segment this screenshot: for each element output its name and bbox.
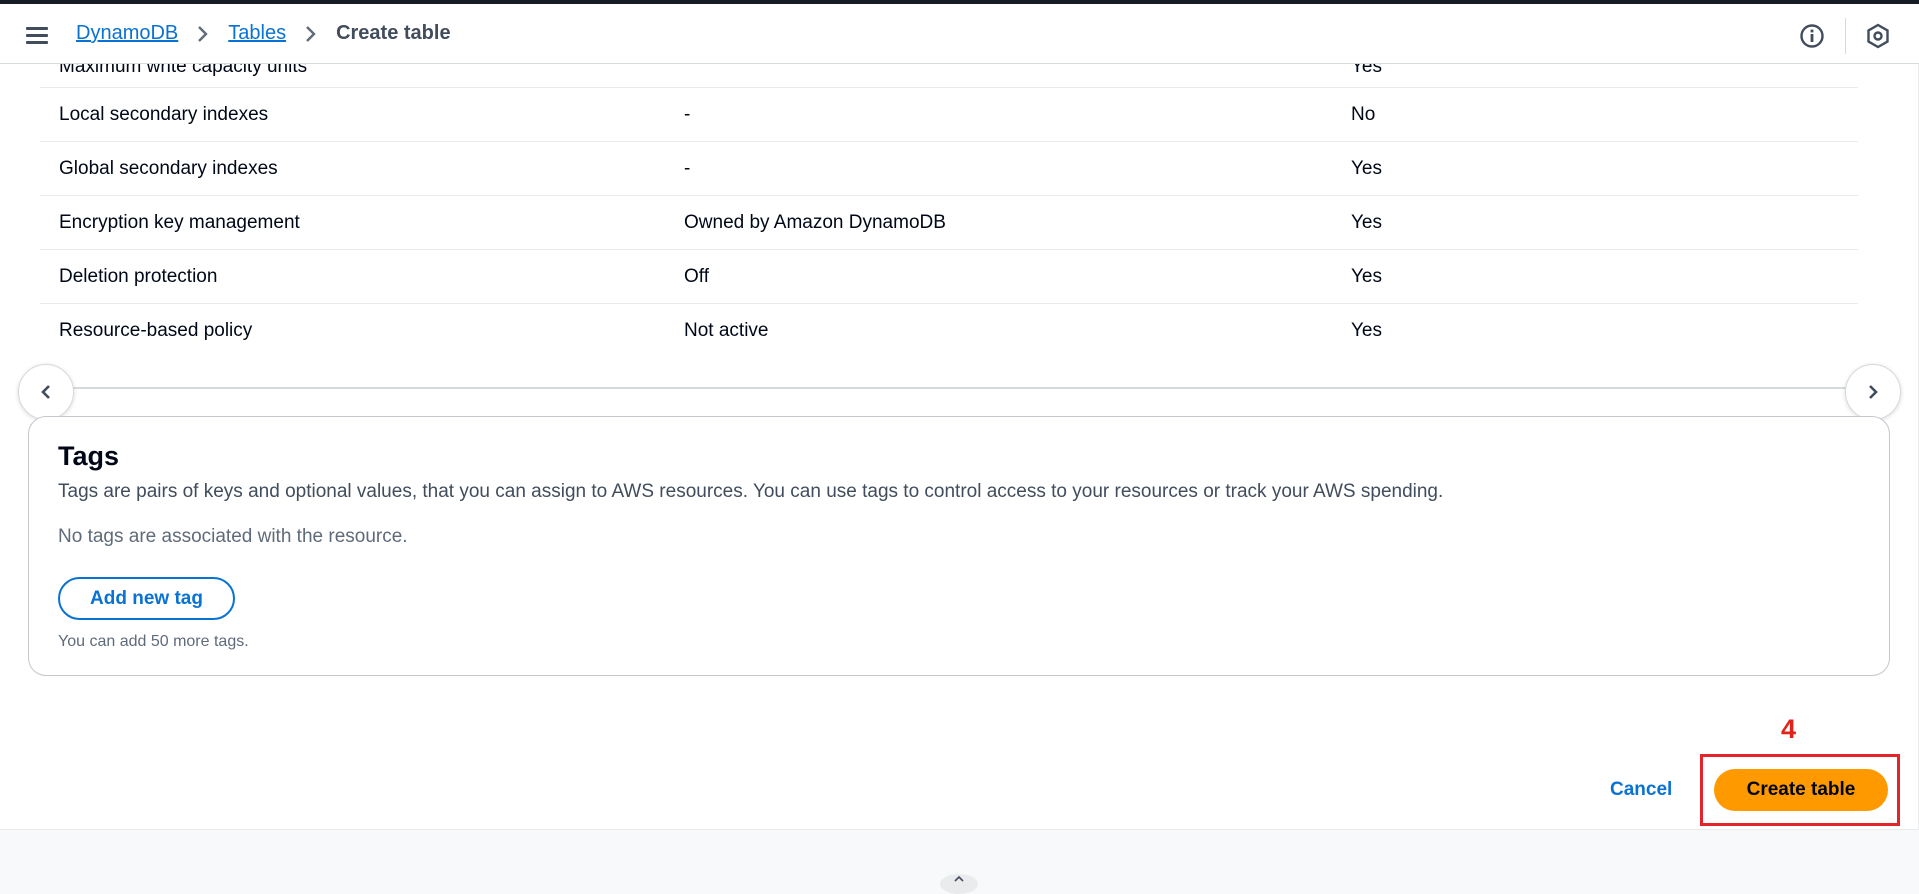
setting-editable: No bbox=[1351, 104, 1376, 125]
hexagon-settings-icon[interactable] bbox=[1864, 22, 1892, 50]
setting-value: - bbox=[684, 104, 691, 125]
add-new-tag-button[interactable]: Add new tag bbox=[58, 577, 235, 620]
setting-name: Maximum write capacity units bbox=[59, 64, 308, 77]
main-content: Maximum write capacity units Yes Local s… bbox=[0, 64, 1919, 830]
breadcrumb-create-table: Create table bbox=[336, 22, 451, 44]
chevron-left-icon[interactable] bbox=[18, 364, 74, 420]
setting-name: Local secondary indexes bbox=[59, 104, 269, 125]
table-row: Resource-based policy Not active Yes bbox=[40, 304, 1858, 358]
setting-name: Encryption key management bbox=[59, 212, 300, 233]
tags-panel: Tags Tags are pairs of keys and optional… bbox=[28, 416, 1890, 676]
setting-name: Resource-based policy bbox=[59, 320, 253, 341]
table-row: Deletion protection Off Yes bbox=[40, 250, 1858, 304]
hamburger-icon[interactable] bbox=[26, 24, 52, 46]
settings-table: Maximum write capacity units Yes Local s… bbox=[40, 64, 1858, 358]
page-header: DynamoDB Tables Create table bbox=[0, 4, 1919, 64]
setting-value: - bbox=[684, 158, 691, 179]
panel-drag-handle[interactable] bbox=[940, 874, 978, 894]
breadcrumb: DynamoDB Tables Create table bbox=[76, 22, 451, 45]
tags-title: Tags bbox=[58, 441, 120, 471]
cancel-button[interactable]: Cancel bbox=[1600, 772, 1682, 808]
horizontal-scrollbar[interactable] bbox=[60, 387, 1860, 389]
tags-description: Tags are pairs of keys and optional valu… bbox=[58, 481, 1444, 502]
chevron-right-icon[interactable] bbox=[1845, 364, 1901, 420]
step-annotation-number: 4 bbox=[1781, 714, 1797, 744]
header-divider bbox=[1845, 18, 1846, 54]
setting-value: Owned by Amazon DynamoDB bbox=[684, 212, 946, 233]
table-row: Maximum write capacity units Yes bbox=[40, 64, 1858, 88]
info-icon[interactable] bbox=[1798, 22, 1826, 50]
table-row: Local secondary indexes - No bbox=[40, 88, 1858, 142]
setting-editable: Yes bbox=[1351, 212, 1382, 233]
tags-hint: You can add 50 more tags. bbox=[58, 633, 249, 650]
setting-editable: Yes bbox=[1351, 320, 1382, 341]
chevron-right-icon bbox=[304, 25, 318, 43]
create-table-button[interactable]: Create table bbox=[1714, 769, 1888, 811]
setting-value: Not active bbox=[684, 320, 769, 341]
setting-value: Off bbox=[684, 266, 709, 287]
setting-name: Deletion protection bbox=[59, 266, 218, 287]
table-row: Global secondary indexes - Yes bbox=[40, 142, 1858, 196]
setting-editable: Yes bbox=[1351, 64, 1382, 77]
breadcrumb-tables[interactable]: Tables bbox=[228, 22, 286, 45]
chevron-right-icon bbox=[196, 25, 210, 43]
tags-empty-text: No tags are associated with the resource… bbox=[58, 526, 408, 547]
setting-editable: Yes bbox=[1351, 266, 1382, 287]
breadcrumb-dynamodb[interactable]: DynamoDB bbox=[76, 22, 178, 45]
setting-name: Global secondary indexes bbox=[59, 158, 278, 179]
table-row: Encryption key management Owned by Amazo… bbox=[40, 196, 1858, 250]
setting-editable: Yes bbox=[1351, 158, 1382, 179]
